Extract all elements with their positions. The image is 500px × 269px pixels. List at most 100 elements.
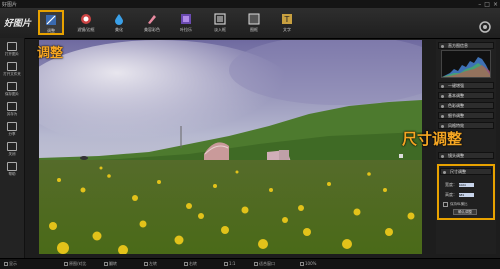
expand-icon xyxy=(441,84,444,88)
sidebar-item-close[interactable]: 关闭 xyxy=(2,142,22,157)
close-icon[interactable]: × xyxy=(493,1,498,8)
picture-icon xyxy=(180,13,192,25)
tool-beauty-color[interactable]: 美容彩色 xyxy=(139,11,165,36)
status-item-rotate-left[interactable]: 左转 xyxy=(144,261,157,267)
brush-icon xyxy=(146,13,158,25)
height-field: 高度： xyxy=(445,192,474,198)
tool-label: 美化 xyxy=(115,27,123,32)
status-item-compare[interactable]: 原图/对比 xyxy=(64,261,86,267)
sidebar-item-label: 另存为 xyxy=(6,112,18,116)
apply-size-button[interactable]: 确认调整 xyxy=(453,209,477,215)
status-bar: 显示 原图/对比 翻转 左转 右转 1:1 适合窗口 100% xyxy=(0,258,500,269)
status-item-flip[interactable]: 翻转 xyxy=(104,261,117,267)
help-icon xyxy=(7,162,17,171)
tool-label: 滤镜/边框 xyxy=(77,27,95,32)
actual-size-icon xyxy=(224,261,228,266)
title-bar: 好图片 – □ × xyxy=(0,0,500,8)
status-item-display[interactable]: 显示 xyxy=(4,261,17,267)
fit-window-icon xyxy=(254,262,258,266)
status-item-actual-size[interactable]: 1:1 xyxy=(224,261,235,266)
expand-icon xyxy=(441,114,444,118)
tool-filter-frame[interactable]: 滤镜/边框 xyxy=(73,11,99,36)
expand-icon xyxy=(443,170,446,174)
minimize-icon[interactable]: – xyxy=(478,1,481,8)
drop-icon xyxy=(113,13,125,25)
tool-text[interactable]: T 文字 xyxy=(274,11,300,36)
section-size[interactable]: 尺寸调整 xyxy=(440,168,492,175)
sidebar-item-label: 打开图片 xyxy=(5,52,19,56)
histogram-graph xyxy=(442,57,490,77)
section-detail[interactable]: 细节调整 xyxy=(438,112,494,119)
text-icon: T xyxy=(281,13,293,25)
share-icon xyxy=(7,122,17,131)
zoom-icon xyxy=(300,261,304,266)
tool-label: 叶拉乐 xyxy=(180,27,192,32)
left-sidebar: 打开图片 打开文件夹 保存图片 另存为 分享 关闭 帮助 xyxy=(0,38,25,258)
status-item-zoom[interactable]: 100% xyxy=(300,261,316,266)
save-icon xyxy=(7,82,17,91)
tool-label: 图框 xyxy=(250,27,258,32)
landscape-photo xyxy=(39,40,422,254)
tool-border[interactable]: 图框 xyxy=(241,11,267,36)
border-icon xyxy=(248,13,260,25)
save-as-icon xyxy=(7,102,17,111)
sidebar-item-label: 分享 xyxy=(8,132,16,136)
open-image-icon xyxy=(7,42,17,51)
sidebar-item-label: 关闭 xyxy=(8,152,16,156)
display-icon xyxy=(4,262,8,266)
close-file-icon xyxy=(7,142,17,151)
expand-icon xyxy=(441,104,444,108)
rotate-right-icon xyxy=(184,262,188,266)
tool-fade-frame[interactable]: 淡入框 xyxy=(207,11,233,36)
annotation-size-adjust: 尺寸调整 xyxy=(402,130,463,148)
sidebar-item-save[interactable]: 保存图片 xyxy=(2,82,22,97)
frame-icon xyxy=(214,13,226,25)
photo-canvas[interactable] xyxy=(39,40,422,254)
height-input[interactable] xyxy=(459,193,474,197)
section-one-click[interactable]: 一键增强 xyxy=(438,82,494,89)
sidebar-item-label: 打开文件夹 xyxy=(3,72,21,76)
sidebar-item-help[interactable]: 帮助 xyxy=(2,162,22,177)
keep-ratio-checkbox[interactable]: 保持纵横比 xyxy=(443,202,468,207)
size-adjust-panel: 尺寸调整 宽度： 高度： 保持纵横比 确认调整 xyxy=(437,164,495,220)
compare-icon xyxy=(64,262,68,266)
section-lens[interactable]: 镜头调整 xyxy=(438,152,494,159)
sidebar-item-open-image[interactable]: 打开图片 xyxy=(2,42,22,57)
flip-icon xyxy=(104,262,108,266)
tool-beautify[interactable]: 美化 xyxy=(106,11,132,36)
maximize-icon[interactable]: □ xyxy=(484,1,490,8)
status-item-fit-window[interactable]: 适合窗口 xyxy=(254,261,275,267)
sidebar-item-share[interactable]: 分享 xyxy=(2,122,22,137)
adjust-icon xyxy=(45,14,57,26)
app-logo: 好图片 xyxy=(4,19,32,29)
tool-adjust[interactable]: 调整 xyxy=(38,10,64,35)
width-field: 宽度： xyxy=(445,182,474,188)
folder-icon xyxy=(7,62,17,71)
settings-icon[interactable] xyxy=(476,18,494,36)
tool-3[interactable]: 叶拉乐 xyxy=(173,11,199,36)
window-controls: – □ × xyxy=(478,0,498,8)
expand-icon xyxy=(441,44,444,48)
rotate-left-icon xyxy=(144,262,148,266)
svg-text:T: T xyxy=(284,15,290,24)
expand-icon xyxy=(441,154,444,158)
checkbox-icon xyxy=(443,202,448,207)
main-toolbar: 好图片 调整 滤镜/边框 美化 美容彩色 叶拉乐 淡入框 图框 T 文字 xyxy=(0,8,500,39)
section-color[interactable]: 色彩调整 xyxy=(438,102,494,109)
sidebar-item-label: 保存图片 xyxy=(5,92,19,96)
sidebar-item-label: 帮助 xyxy=(8,172,16,176)
sidebar-item-open-folder[interactable]: 打开文件夹 xyxy=(2,62,22,77)
tool-label: 文字 xyxy=(283,27,291,32)
filter-icon xyxy=(80,13,92,25)
sidebar-item-save-as[interactable]: 另存为 xyxy=(2,102,22,117)
tool-label: 调整 xyxy=(47,28,55,33)
tool-label: 美容彩色 xyxy=(144,27,160,32)
annotation-adjust: 调整 xyxy=(37,46,64,61)
section-histogram[interactable]: 直方图信息 xyxy=(438,42,494,49)
expand-icon xyxy=(441,94,444,98)
width-input[interactable] xyxy=(459,183,474,187)
tool-label: 淡入框 xyxy=(214,27,226,32)
status-item-rotate-right[interactable]: 右转 xyxy=(184,261,197,267)
window-title: 好图片 xyxy=(2,2,18,8)
section-basic[interactable]: 基本调整 xyxy=(438,92,494,99)
